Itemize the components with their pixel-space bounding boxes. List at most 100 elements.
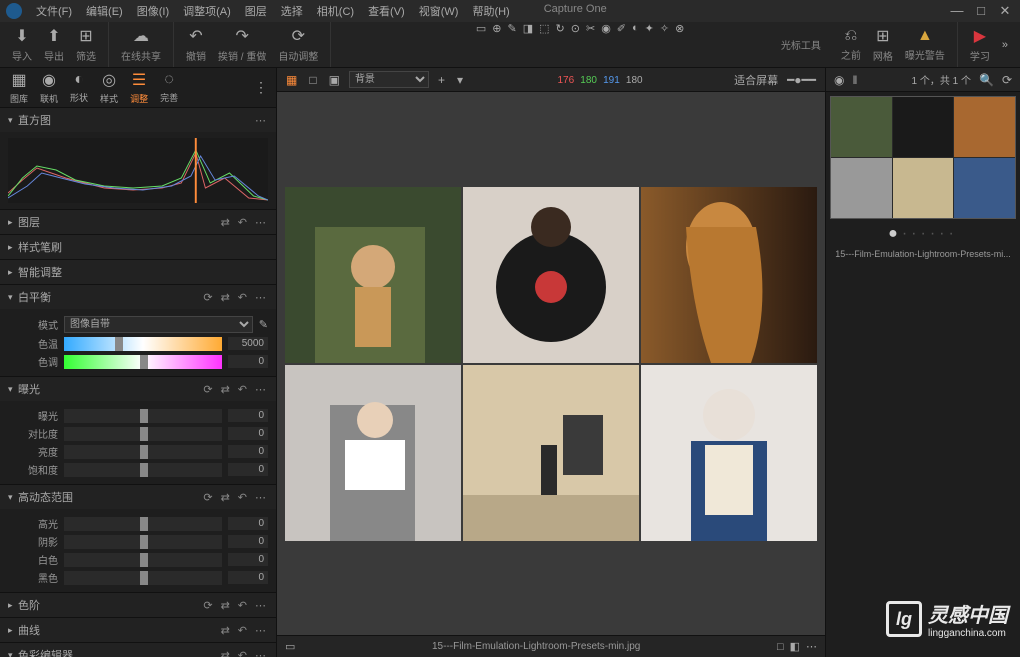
black-slider[interactable] <box>64 571 222 585</box>
search-icon[interactable]: 🔍 <box>979 73 994 87</box>
menu-view[interactable]: 查看(V) <box>362 1 411 21</box>
cursor-tool-10[interactable]: ◐ <box>632 22 639 35</box>
grid-button[interactable]: ⊞网格 <box>869 24 897 65</box>
before-icon: ⎌ <box>844 27 857 45</box>
dropdown-icon[interactable]: ▾ <box>454 71 466 89</box>
wb-temp-value[interactable]: 5000 <box>228 337 268 350</box>
wb-tint-slider[interactable] <box>64 355 222 369</box>
status-prev-icon[interactable]: ▭ <box>285 640 295 653</box>
tab-adjust[interactable]: ☰调整 <box>124 68 154 107</box>
panel-layers-head[interactable]: ▸图层⇄↶⋯ <box>0 210 276 234</box>
brightness-slider[interactable] <box>64 445 222 459</box>
undo-button[interactable]: ↶撤销 <box>182 24 210 65</box>
menu-adjust[interactable]: 调整项(A) <box>177 1 237 21</box>
share-button[interactable]: ☁在线共享 <box>117 24 165 65</box>
menu-help[interactable]: 帮助(H) <box>466 1 515 21</box>
export-button[interactable]: ⬆导出 <box>40 24 68 65</box>
cursor-tool-3[interactable]: ◨ <box>523 22 533 35</box>
wb-tint-value[interactable]: 0 <box>228 355 268 368</box>
tab-style[interactable]: ◎样式 <box>94 68 124 107</box>
wb-mode-select[interactable]: 图像自带 <box>64 316 253 333</box>
fit-label[interactable]: 适合屏幕 <box>734 72 778 88</box>
cursor-tool-13[interactable]: ⊗ <box>675 22 684 35</box>
redo-button[interactable]: ↷挨销 / 重做 <box>214 24 270 65</box>
rgb-readout: 176 180 191 180 <box>557 74 642 86</box>
panel-exposure-head[interactable]: ▾曝光⟳⇄↶⋯ <box>0 377 276 401</box>
image-viewer[interactable] <box>277 92 825 635</box>
saturation-slider[interactable] <box>64 463 222 477</box>
contrast-slider[interactable] <box>64 427 222 441</box>
cursor-tool-4[interactable]: ⬚ <box>539 22 549 35</box>
menu-edit[interactable]: 编辑(E) <box>80 1 129 21</box>
panel-coloreditor: ▾色彩编辑器⇄↶⋯ 基本 高级 皮肤色调 <box>0 643 276 657</box>
panel-curve-head[interactable]: ▸曲线⇄↶⋯ <box>0 618 276 642</box>
import-button[interactable]: ⬇导入 <box>8 24 36 65</box>
panel-levels-head[interactable]: ▸色阶⟳⇄↶⋯ <box>0 593 276 617</box>
close-button[interactable]: ✕ <box>996 3 1014 19</box>
minimize-button[interactable]: — <box>948 3 966 19</box>
exposure-warn-button[interactable]: ▲曝光警告 <box>901 25 949 64</box>
export-icon: ⬆ <box>47 26 60 46</box>
add-icon[interactable]: + <box>435 71 448 89</box>
reload-icon[interactable]: ⟳ <box>1002 73 1012 87</box>
panel-hdr-head[interactable]: ▾高动态范围⟳⇄↶⋯ <box>0 485 276 509</box>
cursor-tool-1[interactable]: ⊕ <box>492 22 501 35</box>
view-multi-icon[interactable]: ▣ <box>326 71 343 89</box>
cursor-tool-2[interactable]: ✎ <box>508 22 517 35</box>
tool-tabs: ▦图库 ◉联机 ◐形状 ◎样式 ☰调整 ◌完善 ⋮ <box>0 68 276 108</box>
filter-button[interactable]: ⊞筛选 <box>72 24 100 65</box>
zoom-slider-icon[interactable]: ━●━━ <box>784 71 819 89</box>
menu-camera[interactable]: 相机(C) <box>311 1 360 21</box>
browser-pager: ●······ <box>830 219 1016 249</box>
view-grid-icon[interactable]: ▦ <box>283 71 300 89</box>
status-square-icon[interactable]: □ <box>777 641 784 653</box>
panel-coloreditor-head[interactable]: ▾色彩编辑器⇄↶⋯ <box>0 643 276 657</box>
panel-more-icon[interactable]: ⋯ <box>253 114 268 127</box>
tab-refine[interactable]: ◌完善 <box>154 69 184 106</box>
menu-select[interactable]: 选择 <box>275 1 309 21</box>
learn-button[interactable]: ▶学习 <box>966 24 994 65</box>
exposure-slider[interactable] <box>64 409 222 423</box>
cursor-tool-5[interactable]: ↻ <box>556 22 565 35</box>
panel-histogram: ▾直方图⋯ <box>0 108 276 210</box>
menu-file[interactable]: 文件(F) <box>30 1 78 21</box>
bg-select[interactable]: 背景 <box>349 71 429 88</box>
cursor-tool-12[interactable]: ✧ <box>660 22 669 35</box>
pause-icon[interactable]: ‖ <box>852 73 857 87</box>
grid-cell-1 <box>463 187 639 363</box>
more-icon[interactable]: » <box>998 35 1012 55</box>
autoadjust-button[interactable]: ⟳自动调整 <box>274 24 322 65</box>
wb-picker-icon[interactable]: ✎ <box>259 318 268 331</box>
cursor-tool-6[interactable]: ⊙ <box>571 22 580 35</box>
status-more-icon[interactable]: ⋯ <box>806 640 817 653</box>
cursor-tool-7[interactable]: ✂ <box>586 22 595 35</box>
browser-panel: ◉ ‖ 1 个，共 1 个 🔍 ⟳ ●······ 15---Film-Emul… <box>825 68 1020 657</box>
menu-window[interactable]: 视窗(W) <box>413 1 465 21</box>
browser-filename: 15---Film-Emulation-Lightroom-Presets-mi… <box>830 249 1016 259</box>
cursor-tool-8[interactable]: ◉ <box>601 22 611 35</box>
status-label-icon[interactable]: ◧ <box>790 640 800 653</box>
view-single-icon[interactable]: □ <box>306 71 319 89</box>
wb-temp-slider[interactable] <box>64 337 222 351</box>
cursor-tool-0[interactable]: ▭ <box>476 22 486 35</box>
shadow-slider[interactable] <box>64 535 222 549</box>
highlight-slider[interactable] <box>64 517 222 531</box>
main-toolbar: ⬇导入 ⬆导出 ⊞筛选 ☁在线共享 ↶撤销 ↷挨销 / 重做 ⟳自动调整 ▭ ⊕… <box>0 22 1020 68</box>
tab-shape[interactable]: ◐形状 <box>64 69 94 106</box>
tab-library[interactable]: ▦图库 <box>4 68 34 107</box>
cursor-tool-9[interactable]: ✐ <box>617 22 626 35</box>
panel-wb-head[interactable]: ▾白平衡⟳⇄↶⋯ <box>0 285 276 309</box>
menu-layer[interactable]: 图层 <box>239 1 273 21</box>
white-slider[interactable] <box>64 553 222 567</box>
tool-tabs-more[interactable]: ⋮ <box>250 75 272 100</box>
eye-icon[interactable]: ◉ <box>834 73 844 87</box>
cursor-tool-11[interactable]: ✦ <box>645 22 654 35</box>
maximize-button[interactable]: □ <box>972 3 990 19</box>
panel-histogram-head[interactable]: ▾直方图⋯ <box>0 108 276 132</box>
panel-smartadj-head[interactable]: ▸智能调整 <box>0 260 276 284</box>
browser-thumbnail[interactable] <box>830 96 1016 219</box>
menu-image[interactable]: 图像(I) <box>131 1 175 21</box>
before-button[interactable]: ⎌之前 <box>837 25 865 64</box>
tab-tether[interactable]: ◉联机 <box>34 68 64 107</box>
panel-stylebrush-head[interactable]: ▸样式笔刷 <box>0 235 276 259</box>
